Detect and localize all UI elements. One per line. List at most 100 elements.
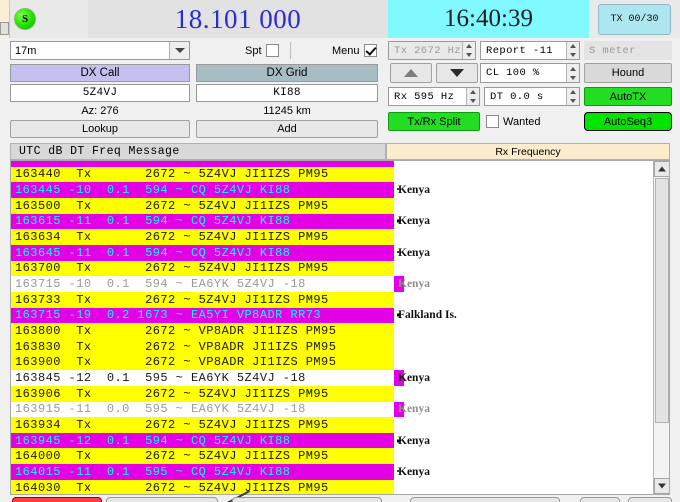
decode-row-country: Kenya (398, 403, 430, 416)
decode-list[interactable]: 163440 Tx 2672 ~ 5Z4VJ JI1IZS PM95 163445… (10, 160, 670, 495)
bottom-button-3[interactable] (232, 497, 382, 502)
decode-row-text: 163845 -12 0.1 595 ~ EA6YK 5Z4VJ -18 (15, 371, 306, 386)
decode-row[interactable]: 163645 -11 0.1 594 ~ CQ 5Z4VJ KI88 Kenya (11, 244, 654, 261)
decode-row-text: 163715 -10 0.1 594 ~ EA6YK 5Z4VJ -18 (15, 277, 306, 292)
decode-row[interactable]: 163634 Tx 2672 ~ 5Z4VJ JI1IZS PM95 (11, 229, 654, 245)
decode-row[interactable]: 164000 Tx 2672 ~ 5Z4VJ JI1IZS PM95 (11, 448, 654, 465)
decode-row-text: 163915 -11 0.0 595 ~ EA6YK 5Z4VJ -18 (15, 402, 306, 417)
decode-row-country: Kenya (398, 246, 430, 259)
decode-columns-header: UTC dB DT Freq Message (10, 143, 386, 160)
decode-row[interactable]: 163500 Tx 2672 ~ 5Z4VJ JI1IZS PM95 (11, 197, 654, 214)
wanted-label: Wanted (503, 115, 541, 128)
jtdx-main-window: S 18.101 000 16:40:39 TX 00/30 17m Spt M… (0, 0, 680, 502)
dt-value: DT 0.0 s (490, 90, 544, 103)
hound-button[interactable]: Hound (584, 63, 672, 83)
decode-row[interactable]: 163845 -12 0.1 595 ~ EA6YK 5Z4VJ -18 Keny… (11, 370, 654, 386)
dial-frequency-display[interactable]: 18.101 000 (88, 0, 388, 38)
decode-row[interactable]: 164015 -11 0.1 595 ~ CQ 5Z4VJ KI88 Kenya (11, 464, 654, 480)
decode-row[interactable]: 163715 -10 0.1 594 ~ EA6YK 5Z4VJ -18 Keny… (11, 276, 654, 292)
split-status-led: S (14, 8, 36, 30)
decode-row-text: 163700 Tx 2672 ~ 5Z4VJ JI1IZS PM95 (15, 261, 329, 276)
decode-row[interactable]: 163715 -19 0.2 1673 ~ EA5YI VP8ADR RR73 F… (11, 307, 654, 324)
decode-scrollbar[interactable] (653, 161, 669, 494)
decode-row[interactable]: 163800 Tx 2672 ~ VP8ADR JI1IZS PM95 (11, 323, 654, 339)
lookup-button[interactable]: Lookup (10, 120, 190, 138)
rx-frequency-stepper[interactable] (466, 88, 479, 105)
decode-row[interactable]: 163445 -10 0.1 594 ~ CQ 5Z4VJ KI88 Kenya (11, 182, 654, 198)
decode-row-country: Kenya (398, 278, 430, 291)
decode-row-country: Kenya (398, 434, 430, 447)
decode-row-text: 164030 Tx 2672 ~ 5Z4VJ JI1IZS PM95 (15, 480, 329, 495)
spot-checkbox[interactable] (265, 44, 279, 57)
decode-row-text: 163830 Tx 2672 ~ VP8ADR JI1IZS PM95 (15, 339, 337, 354)
decode-row-background (11, 161, 394, 167)
decode-row-country: Kenya (398, 372, 430, 385)
chevron-down-icon[interactable] (169, 42, 189, 59)
halt-tx-button[interactable] (12, 497, 102, 502)
spot-checkbox-group[interactable]: Spt (245, 44, 279, 57)
dt-spinbox[interactable]: DT 0.0 s (484, 87, 580, 106)
decode-row[interactable]: 163700 Tx 2672 ~ 5Z4VJ JI1IZS PM95 (11, 260, 654, 277)
report-spinbox[interactable]: Report -11 (480, 41, 580, 60)
wanted-checkbox-group[interactable]: Wanted (486, 115, 541, 128)
controls-divider (290, 42, 291, 59)
menu-checkbox[interactable] (363, 44, 377, 57)
decode-row-text: 163500 Tx 2672 ~ 5Z4VJ JI1IZS PM95 (15, 198, 329, 213)
bottom-button-5[interactable] (580, 497, 620, 502)
cl-stepper[interactable] (566, 64, 579, 82)
decode-row-text: 164000 Tx 2672 ~ 5Z4VJ JI1IZS PM95 (15, 449, 329, 464)
band-select[interactable]: 17m (10, 41, 190, 60)
decode-row-text: 163934 Tx 2672 ~ 5Z4VJ JI1IZS PM95 (15, 417, 329, 432)
decode-row-text: 163615 -11 0.1 594 ~ CQ 5Z4VJ KI88 (15, 214, 291, 229)
decode-row-text: 163800 Tx 2672 ~ VP8ADR JI1IZS PM95 (15, 324, 337, 339)
decode-row[interactable]: 163900 Tx 2672 ~ VP8ADR JI1IZS PM95 (11, 354, 654, 371)
decode-row-text: 163634 Tx 2672 ~ 5Z4VJ JI1IZS PM95 (15, 230, 329, 245)
frequency-up-button[interactable] (390, 63, 432, 83)
add-button[interactable]: Add (196, 120, 378, 138)
left-edge-stub (0, 0, 10, 38)
cl-spinbox[interactable]: CL 100 % (480, 63, 580, 83)
left-mini-button[interactable] (0, 22, 9, 35)
dx-call-header[interactable]: DX Call (10, 64, 190, 82)
wanted-checkbox[interactable] (486, 115, 499, 128)
decode-row-country: Falkland Is. (398, 309, 457, 322)
dt-stepper[interactable] (566, 88, 579, 105)
dx-grid-input[interactable]: KI88 (196, 84, 378, 102)
tx-rx-split-button[interactable]: Tx/Rx Split (388, 112, 480, 131)
report-stepper[interactable] (566, 42, 579, 59)
utc-clock-display: 16:40:39 (388, 0, 589, 38)
top-status-strip: S 18.101 000 16:40:39 TX 00/30 (0, 0, 680, 38)
decode-row-text: 163906 Tx 2672 ~ 5Z4VJ JI1IZS PM95 (15, 386, 329, 401)
decode-row[interactable]: 163615 -11 0.1 594 ~ CQ 5Z4VJ KI88 Kenya (11, 213, 654, 230)
decode-row[interactable]: 163934 Tx 2672 ~ 5Z4VJ JI1IZS PM95 (11, 417, 654, 433)
dx-grid-header[interactable]: DX Grid (196, 64, 378, 82)
decode-row[interactable]: 163830 Tx 2672 ~ VP8ADR JI1IZS PM95 (11, 338, 654, 355)
dx-call-input[interactable]: 5Z4VJ (10, 84, 190, 102)
decode-row[interactable]: 163906 Tx 2672 ~ 5Z4VJ JI1IZS PM95 (11, 385, 654, 402)
bottom-button-6[interactable] (628, 497, 672, 502)
decode-row[interactable]: 163945 -12 0.1 594 ~ CQ 5Z4VJ KI88 Kenya (11, 432, 654, 449)
tx-countdown-button[interactable]: TX 00/30 (598, 4, 671, 35)
frequency-down-button[interactable] (436, 63, 478, 83)
scroll-up-icon[interactable] (654, 161, 669, 177)
scroll-down-icon[interactable] (654, 478, 669, 494)
decode-row-text: 163733 Tx 2672 ~ 5Z4VJ JI1IZS PM95 (15, 292, 329, 307)
decode-row[interactable]: 163733 Tx 2672 ~ 5Z4VJ JI1IZS PM95 (11, 291, 654, 308)
decode-row-text: 163945 -12 0.1 594 ~ CQ 5Z4VJ KI88 (15, 433, 291, 448)
decode-row[interactable]: 163915 -11 0.0 595 ~ EA6YK 5Z4VJ -18 Keny… (11, 401, 654, 418)
scrollbar-thumb[interactable] (655, 178, 669, 423)
menu-checkbox-group[interactable]: Menu (332, 44, 377, 57)
decode-row[interactable]: 164030 Tx 2672 ~ 5Z4VJ JI1IZS PM95 (11, 479, 654, 495)
tx-frequency-stepper[interactable] (462, 42, 475, 59)
decode-row[interactable] (11, 161, 654, 167)
decode-row[interactable]: 163440 Tx 2672 ~ 5Z4VJ JI1IZS PM95 (11, 166, 654, 183)
report-value: Report -11 (486, 44, 554, 57)
auto-tx-button[interactable]: AutoTX (584, 87, 672, 106)
s-meter-label: S meter (589, 44, 636, 57)
bottom-button-4[interactable] (410, 497, 560, 502)
rx-frequency-spinbox[interactable]: Rx 595 Hz (388, 87, 480, 106)
auto-seq-button[interactable]: AutoSeq3 (584, 112, 672, 131)
utc-clock-value: 16:40:39 (444, 5, 533, 32)
bottom-button-2[interactable] (106, 497, 218, 502)
tx-frequency-spinbox[interactable]: Tx 2672 Hz (388, 41, 476, 60)
